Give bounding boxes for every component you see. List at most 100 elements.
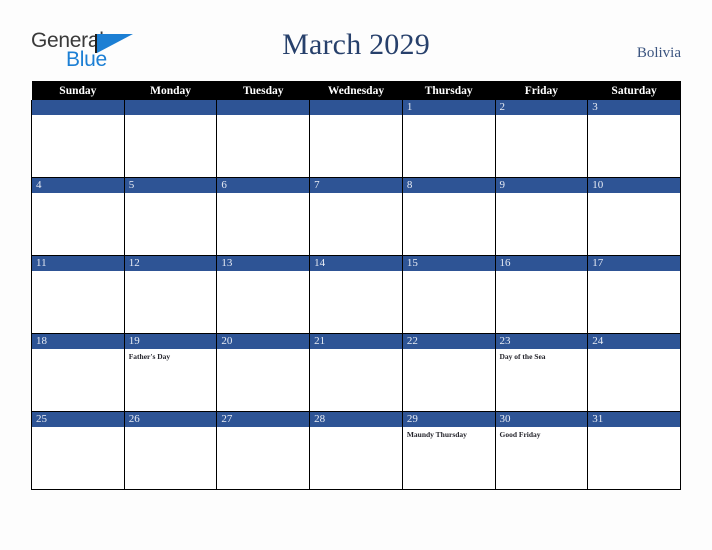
day-events: [310, 193, 402, 196]
calendar-day-cell[interactable]: 5: [123, 177, 218, 256]
day-events: [310, 271, 402, 274]
calendar-day-cell[interactable]: 1: [401, 100, 496, 178]
calendar-day-cell[interactable]: 10: [587, 177, 681, 256]
day-number: 5: [124, 178, 217, 193]
day-events: [588, 271, 680, 274]
day-cell-inner: 20: [217, 334, 310, 411]
weekday-header-tuesday: Tuesday: [216, 81, 310, 100]
day-cell-inner: 15: [402, 256, 495, 333]
calendar-day-cell[interactable]: 20: [216, 333, 311, 412]
day-events: Good Friday: [496, 427, 588, 440]
day-number: 3: [588, 100, 680, 115]
calendar-day-cell[interactable]: 22: [401, 333, 496, 412]
day-cell-inner: 30 Good Friday: [495, 412, 588, 489]
day-number: 30: [495, 412, 588, 427]
calendar-day-cell[interactable]: 21: [309, 333, 403, 412]
calendar-empty-cell: [31, 100, 125, 178]
day-number: 6: [217, 178, 310, 193]
calendar-day-cell[interactable]: 27: [216, 411, 311, 490]
calendar-day-cell[interactable]: 12: [123, 255, 218, 334]
day-number: 19: [124, 334, 217, 349]
day-cell-inner: 3: [588, 100, 680, 177]
calendar-day-cell[interactable]: 30 Good Friday: [494, 411, 589, 490]
calendar-day-cell[interactable]: 11: [31, 255, 125, 334]
weekday-header-thursday: Thursday: [402, 81, 496, 100]
day-cell-inner: 11: [32, 256, 124, 333]
calendar-day-cell[interactable]: 31: [587, 411, 681, 490]
day-events: [217, 271, 309, 274]
day-cell-inner: 21: [310, 334, 402, 411]
day-number: [217, 100, 310, 115]
calendar-day-cell[interactable]: 6: [216, 177, 311, 256]
weekday-header-saturday: Saturday: [587, 81, 681, 100]
calendar-day-cell[interactable]: 19 Father's Day: [123, 333, 218, 412]
day-events: [32, 271, 124, 274]
day-number: 28: [310, 412, 402, 427]
calendar-week-row: 123: [31, 100, 681, 178]
calendar-day-cell[interactable]: 24: [587, 333, 681, 412]
calendar-day-cell[interactable]: 26: [123, 411, 218, 490]
calendar-day-cell[interactable]: 3: [587, 100, 681, 178]
day-events: [125, 271, 217, 274]
calendar-day-cell[interactable]: 14: [309, 255, 403, 334]
day-events: [588, 115, 680, 118]
page-header: General Blue March 2029 Bolivia: [0, 0, 712, 78]
day-events: [588, 427, 680, 430]
day-number: 18: [32, 334, 124, 349]
day-events: [217, 115, 309, 118]
day-events: [217, 193, 309, 196]
calendar-day-cell[interactable]: 2: [494, 100, 589, 178]
holiday-label: Father's Day: [128, 352, 171, 361]
calendar-day-cell[interactable]: 16: [494, 255, 589, 334]
weekday-header-sunday: Sunday: [31, 81, 125, 100]
day-number: 7: [310, 178, 402, 193]
day-number: 22: [402, 334, 495, 349]
day-cell-inner: 31: [588, 412, 680, 489]
day-cell-inner: 27: [217, 412, 310, 489]
calendar-day-cell[interactable]: 25: [31, 411, 125, 490]
holiday-label: Good Friday: [499, 430, 541, 439]
calendar-day-cell[interactable]: 8: [401, 177, 496, 256]
calendar-day-cell[interactable]: 18: [31, 333, 125, 412]
day-number: 24: [588, 334, 680, 349]
day-number: 11: [32, 256, 124, 271]
day-number: 26: [124, 412, 217, 427]
calendar-week-row: 4 5 6 7 8 9 10: [31, 177, 681, 256]
calendar-day-cell[interactable]: 7: [309, 177, 403, 256]
day-cell-inner: 9: [495, 178, 588, 255]
day-cell-inner: [217, 100, 310, 177]
day-number: 25: [32, 412, 124, 427]
day-cell-inner: 19 Father's Day: [124, 334, 217, 411]
calendar-day-cell[interactable]: 9: [494, 177, 589, 256]
day-cell-inner: 18: [32, 334, 124, 411]
day-cell-inner: 7: [310, 178, 402, 255]
weekday-header-monday: Monday: [124, 81, 217, 100]
day-number: 9: [495, 178, 588, 193]
calendar-page: General Blue March 2029 Bolivia Sunday M…: [0, 0, 712, 550]
day-number: 8: [402, 178, 495, 193]
day-events: [217, 427, 309, 430]
calendar-day-cell[interactable]: 17: [587, 255, 681, 334]
calendar-week-row: 18 19 Father's Day 20 21 22 23 Day of the Sea 24: [31, 333, 681, 412]
day-events: [32, 427, 124, 430]
day-events: [32, 193, 124, 196]
day-number: 31: [588, 412, 680, 427]
day-number: 20: [217, 334, 310, 349]
day-cell-inner: 23 Day of the Sea: [495, 334, 588, 411]
day-cell-inner: 16: [495, 256, 588, 333]
calendar-day-cell[interactable]: 28: [309, 411, 403, 490]
calendar-day-cell[interactable]: 23 Day of the Sea: [494, 333, 589, 412]
day-events: [403, 349, 495, 352]
day-events: [310, 349, 402, 352]
calendar-day-cell[interactable]: 13: [216, 255, 311, 334]
day-events: Maundy Thursday: [403, 427, 495, 440]
day-events: [125, 427, 217, 430]
calendar-day-cell[interactable]: 15: [401, 255, 496, 334]
day-cell-inner: 1: [402, 100, 495, 177]
day-number: 17: [588, 256, 680, 271]
calendar-week-row: 25 26 27 28 29 Maundy Thursday 30 Good Friday 31: [31, 411, 681, 490]
day-events: [32, 115, 124, 118]
calendar-day-cell[interactable]: 29 Maundy Thursday: [401, 411, 496, 490]
day-number: 29: [402, 412, 495, 427]
calendar-day-cell[interactable]: 4: [31, 177, 125, 256]
